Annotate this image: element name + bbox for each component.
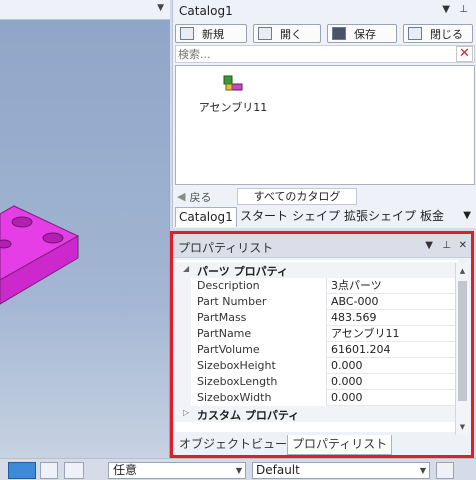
tab-ext-shape[interactable]: 拡張シェイプ [341, 207, 419, 227]
view-cube-button[interactable] [8, 462, 36, 479]
property-list-titlebar: プロパティリスト ▼ ⊥ ✕ [173, 234, 471, 258]
pin-icon[interactable]: ⊥ [442, 240, 451, 251]
tab-shape[interactable]: シェイプ [289, 207, 343, 227]
close-icon[interactable]: ✕ [459, 240, 467, 251]
catalog-title: Catalog1 [179, 4, 233, 18]
search-input[interactable] [176, 46, 454, 62]
scene-viewport[interactable]: ▼ [0, 0, 170, 458]
catalog-titlebar: Catalog1 ▼ ⊥ [173, 0, 476, 22]
chevron-down-icon: ▼ [419, 466, 426, 475]
select-arrow-icon[interactable] [64, 462, 84, 479]
scroll-up-icon[interactable]: ▲ [457, 265, 468, 277]
group-custom-properties[interactable]: ▷ カスタム プロパティ [175, 406, 459, 422]
property-row[interactable]: PartName アセンブリ11 [175, 326, 459, 342]
catalog-item-label: アセンブリ11 [198, 101, 268, 114]
tab-object-viewer[interactable]: オブジェクトビューア [175, 435, 303, 455]
property-scrollbar[interactable]: ▲ ▼ [455, 263, 469, 435]
property-panel-tabs: オブジェクトビューア プロパティリスト [175, 435, 471, 455]
pointer-icon[interactable] [88, 462, 104, 479]
assembly-icon [223, 75, 243, 91]
catalog-item-list: アセンブリ11 [175, 65, 475, 185]
open-folder-icon [258, 27, 272, 40]
property-grid: ◢ パーツ プロパティ Description 3点パーツ Part Number… [175, 260, 459, 432]
scroll-thumb[interactable] [458, 281, 467, 401]
property-list-title: プロパティリスト [178, 241, 274, 255]
style-dropdown[interactable]: Default ▼ [252, 462, 430, 479]
part-hole [42, 232, 64, 244]
expand-triangle-icon[interactable]: ▷ [183, 408, 189, 417]
close-button[interactable]: 閉じる [403, 24, 473, 43]
property-row[interactable]: SizeboxHeight 0.000 [175, 358, 459, 374]
property-row[interactable]: PartVolume 61601.204 [175, 342, 459, 358]
property-row[interactable]: PartMass 483.569 [175, 310, 459, 326]
catalog-panel: Catalog1 ▼ ⊥ 新規 開く 保存 閉じる ✕ [172, 0, 476, 228]
tab-start[interactable]: スタート [237, 207, 291, 227]
open-button[interactable]: 開く [253, 24, 321, 43]
selection-mode-dropdown[interactable]: 任意 ▼ [108, 462, 246, 479]
group-parts-properties[interactable]: ◢ パーツ プロパティ [175, 262, 459, 278]
catalog-item-assembly[interactable]: アセンブリ11 [198, 74, 268, 115]
render-mode-button[interactable] [40, 462, 58, 479]
network-icon[interactable] [436, 462, 454, 479]
save-disk-icon [332, 27, 346, 40]
clear-search-icon[interactable]: ✕ [456, 46, 473, 62]
tab-catalog1[interactable]: Catalog1 [175, 207, 237, 227]
property-row[interactable]: Part Number ABC-000 [175, 294, 459, 310]
property-list-panel: プロパティリスト ▼ ⊥ ✕ ◢ パーツ プロパティ Description 3点… [170, 231, 474, 458]
status-bar: 任意 ▼ Default ▼ [0, 458, 476, 480]
chevron-down-icon: ▼ [235, 466, 242, 475]
property-row[interactable]: Description 3点パーツ [175, 278, 459, 294]
property-row[interactable]: SizeboxLength 0.000 [175, 374, 459, 390]
catalog-search: ✕ [175, 45, 475, 63]
property-row[interactable]: SizeboxWidth 0.000 [175, 390, 459, 406]
part-model[interactable] [0, 0, 170, 458]
chevron-down-icon[interactable]: ▼ [425, 240, 433, 251]
close-file-icon [408, 27, 422, 40]
new-file-icon [180, 27, 194, 40]
tab-property-list[interactable]: プロパティリスト [287, 435, 393, 455]
chevron-down-icon[interactable]: ▼ [463, 210, 471, 221]
catalog-toolbar: 新規 開く 保存 閉じる [175, 24, 475, 44]
back-button[interactable]: ◀ 戻る [177, 188, 211, 205]
all-catalogs-button[interactable]: すべてのカタログ [237, 188, 357, 205]
collapse-triangle-icon[interactable]: ◢ [183, 264, 189, 273]
part-hole [11, 216, 33, 228]
catalog-nav: ◀ 戻る すべてのカタログ [175, 188, 475, 206]
catalog-tabs: Catalog1 スタート シェイプ 拡張シェイプ 板金 ▼ [175, 207, 475, 227]
tab-sheet-metal[interactable]: 板金 [417, 207, 447, 227]
pin-icon[interactable]: ⊥ [459, 4, 468, 15]
chevron-down-icon[interactable]: ▼ [442, 4, 450, 15]
part-hole [0, 239, 12, 249]
save-button[interactable]: 保存 [327, 24, 397, 43]
back-arrow-icon: ◀ [177, 190, 186, 203]
scroll-down-icon[interactable]: ▼ [457, 421, 468, 433]
new-button[interactable]: 新規 [175, 24, 247, 43]
